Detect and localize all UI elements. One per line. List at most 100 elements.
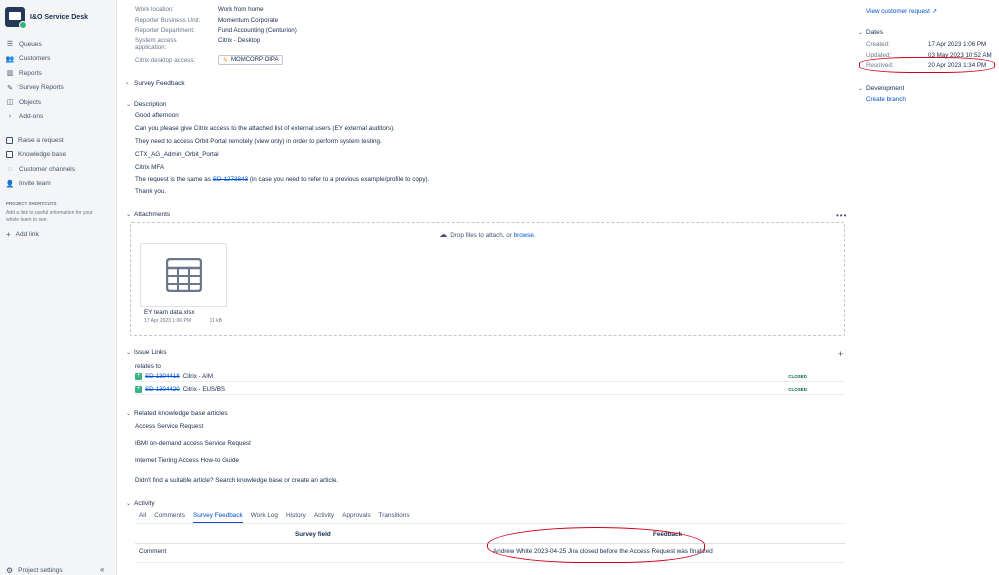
nav-secondary: Raise a request Knowledge base ◌ Custome… [6,133,112,191]
kb-article-link[interactable]: Internet Tiering Access How-to Guide [135,457,239,464]
description-line: They need to access Orbit Portal remotel… [135,138,382,145]
gear-icon: ⚙ [6,566,14,575]
survey-field-cell: Comment [139,548,167,555]
sidebar-item-objects[interactable]: ◫ Objects [6,95,112,110]
activity-section-toggle[interactable]: ⌄ Activity [126,500,155,507]
kb-footer: Didn't find a suitable article? Search k… [135,477,338,484]
table-divider [135,543,845,544]
date-label: Updated: [866,52,892,59]
sidebar-item-add-ons[interactable]: › Add-ons [6,110,112,125]
collapse-sidebar-icon[interactable]: « [100,565,104,574]
attachment-size: 11 kB [209,318,222,324]
sidebar-item-survey-reports[interactable]: ✎ Survey Reports [6,81,112,96]
issue-link-row[interactable]: + SD-1304418 Citrix - AIM CLOSED [135,371,845,382]
development-section-toggle[interactable]: ⌄ Development [858,85,904,92]
attachment-filename[interactable]: EY team data.xlsx [144,309,195,316]
project-avatar [5,7,27,29]
section-title: Description [134,101,167,108]
table-divider [135,562,845,563]
project-settings-link[interactable]: ⚙ Project settings [6,566,63,575]
status-badge: CLOSED [788,386,807,392]
attachment-meta: 17 Apr 2023 1:06 PM 11 kB [144,318,222,324]
reference-ticket-link[interactable]: SD-1273843 [213,176,248,183]
attachment-thumbnail[interactable] [140,243,227,307]
sidebar-item-knowledge-base[interactable]: Knowledge base [6,148,112,163]
column-header-survey-field: Survey field [295,531,331,538]
kb-article-link[interactable]: Access Service Request [135,423,203,430]
queues-icon: ☰ [6,41,14,49]
linked-issue-key[interactable]: SD-1304418 [145,373,180,380]
spreadsheet-icon [165,258,202,292]
section-title: Attachments [134,211,171,218]
kb-section-toggle[interactable]: ⌄ Related knowledge base articles [126,410,228,417]
kb-footer-or: or [284,477,290,484]
citrix-access-value: MOMCORP OIPA [231,57,279,63]
service-request-icon: + [135,372,142,380]
create-article-link[interactable]: create an article. [292,477,339,484]
kb-article-link[interactable]: IBMI on-demand access Service Request [135,440,251,447]
add-issue-link-icon[interactable]: + [838,349,843,359]
column-header-feedback: Feedback [653,531,683,538]
field-label: Reporter Department: [135,27,195,34]
sidebar-item-customers[interactable]: 👥 Customers [6,52,112,67]
objects-icon: ◫ [6,99,14,107]
issue-main: Work location: Work from home Reporter B… [117,0,852,575]
section-title: Survey Feedback [134,80,185,87]
project-settings-label: Project settings [18,567,63,574]
sidebar-item-label: Knowledge base [18,151,67,159]
reference-suffix: (in case you need to refer to a previous… [249,176,430,183]
view-customer-request-link[interactable]: View customer request ↗ [866,8,937,15]
linked-issue-summary: Citrix - EUS/BS [182,385,226,393]
section-title: Activity [134,500,155,507]
sidebar-item-label: Customers [19,55,51,63]
sidebar-item-raise-request[interactable]: Raise a request [6,133,112,148]
description-reference: The request is the same as SD-1273843 (i… [135,176,429,183]
attachments-section-toggle[interactable]: ⌄ Attachments [126,211,170,218]
kb-search-link[interactable]: Didn't find a suitable article? Search k… [135,477,283,484]
survey-feedback-section-toggle[interactable]: › Survey Feedback [126,80,185,87]
field-value: Citrix - Desktop [218,37,261,44]
add-link-label: Add link [15,231,39,238]
sidebar-item-label: Customer channels [19,165,75,173]
issue-link-row[interactable]: + SD-1304420 Citrix - EUS/BS CLOSED [135,384,845,395]
description-line: Can you please give Citrix access to the… [135,125,395,132]
external-link-icon: ↗ [931,8,937,15]
nav-primary: ☰ Queues 👥 Customers ▥ Reports ✎ Survey … [6,37,112,124]
sidebar-item-reports[interactable]: ▥ Reports [6,66,112,81]
linked-issue-key[interactable]: SD-1304420 [145,386,180,393]
citrix-access-button[interactable]: ✎ MOMCORP OIPA [218,55,284,65]
dates-section-toggle[interactable]: ⌄ Dates [858,29,883,36]
description-line: Good afternoon [135,112,179,119]
section-title: Related knowledge base articles [134,410,228,417]
sidebar-item-invite-team[interactable]: 👤 Invite team [6,177,112,192]
field-label: Reporter Business Unit: [135,17,201,24]
chevron-down-icon: ⌄ [858,86,864,92]
project-header[interactable]: I&O Service Desk [5,7,88,29]
add-link-button[interactable]: + Add link [6,230,39,239]
project-title: I&O Service Desk [30,13,88,21]
shortcuts-heading: PROJECT SHORTCUTS [6,201,57,206]
knowledge-base-icon [6,151,13,159]
more-icon[interactable]: ••• [836,211,847,220]
description-section-toggle[interactable]: ⌄ Description [126,101,167,108]
sidebar-item-label: Invite team [19,180,51,188]
survey-reports-icon: ✎ [7,84,13,92]
sidebar-item-customer-channels[interactable]: ◌ Customer channels [6,162,112,177]
create-branch-link[interactable]: Create branch [866,96,906,103]
reports-icon: ▥ [6,70,14,78]
sidebar-item-queues[interactable]: ☰ Queues [6,37,112,52]
issue-links-section-toggle[interactable]: ⌄ Issue Links [126,349,167,356]
description-line: Thank you. [135,188,167,195]
attachment-dropzone[interactable]: ☁ Drop files to attach, or browse. EY tea… [130,222,845,336]
browse-link[interactable]: browse. [514,232,536,239]
sidebar: I&O Service Desk ☰ Queues 👥 Customers ▥ … [0,0,117,575]
linked-issue-summary: Citrix - AIM [182,372,213,380]
view-request-label: View customer request [866,8,930,15]
field-label: System access application: [135,37,177,51]
shortcuts-description: Add a link to useful information for you… [6,210,93,223]
section-title: Dates [866,29,883,36]
sidebar-item-label: Objects [19,98,42,106]
date-value: 17 Apr 2023 1:06 PM [928,41,987,48]
upload-cloud-icon: ☁ [439,230,448,239]
drop-text: Drop files to attach, or [450,232,512,239]
